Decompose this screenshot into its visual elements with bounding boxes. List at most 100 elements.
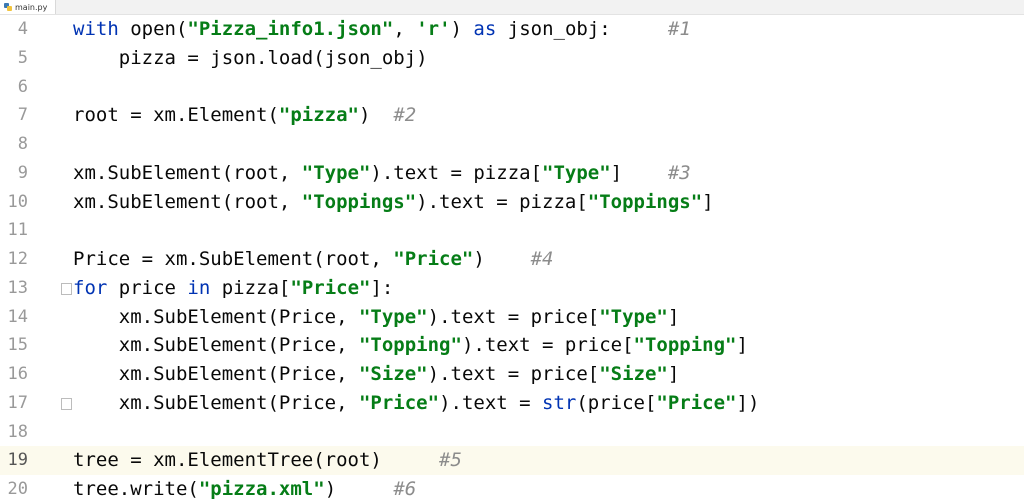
code-line-17[interactable]: 17 xm.SubElement(Price, "Price").text = … xyxy=(0,389,1024,418)
code-token: ] xyxy=(610,161,668,184)
code-comment: #5 xyxy=(439,449,462,472)
line-number[interactable]: 13 xyxy=(0,274,28,303)
code-text[interactable]: xm.SubElement(Price, "Topping").text = p… xyxy=(73,331,748,360)
code-string: "Type" xyxy=(301,161,371,184)
fold-end-icon[interactable] xyxy=(61,397,72,410)
code-token: xm.SubElement(root, xyxy=(73,161,302,184)
line-number[interactable]: 6 xyxy=(0,73,28,102)
code-text[interactable]: with open("Pizza_info1.json", 'r') as js… xyxy=(73,15,691,44)
code-comment: #4 xyxy=(530,248,554,270)
code-line-11[interactable]: 11 xyxy=(0,216,1024,245)
code-token: ] xyxy=(667,363,680,385)
code-text[interactable]: tree.write("pizza.xml") #6 xyxy=(73,475,416,504)
code-token: ).text = xyxy=(439,391,543,414)
line-number[interactable]: 20 xyxy=(0,475,28,504)
code-line-8[interactable]: 8 xyxy=(0,130,1024,159)
code-line-12[interactable]: 12 Price = xm.SubElement(root, "Price") #… xyxy=(0,245,1024,274)
code-text[interactable]: for price in pizza["Price"]: xyxy=(73,274,393,303)
code-token: ) xyxy=(324,478,394,500)
code-comment: #3 xyxy=(667,161,691,184)
code-line-9[interactable]: 9 xm.SubElement(root, "Type").text = pizz… xyxy=(0,159,1024,188)
code-line-13[interactable]: 13 for price in pizza["Price"]: xyxy=(0,274,1024,303)
code-token: xm.SubElement(Price, xyxy=(73,334,359,357)
code-token: ] xyxy=(736,334,748,357)
code-string: "Topping" xyxy=(358,334,462,357)
line-number[interactable]: 16 xyxy=(0,360,28,389)
fold-start-icon[interactable] xyxy=(61,282,72,295)
line-number[interactable]: 9 xyxy=(0,159,28,188)
line-number[interactable]: 12 xyxy=(0,245,28,274)
code-token: ]) xyxy=(736,391,760,414)
code-string: "Price" xyxy=(393,248,474,270)
code-string: "Price" xyxy=(290,276,371,299)
line-number[interactable]: 19 xyxy=(0,446,28,475)
code-text[interactable]: root = xm.Element("pizza") #2 xyxy=(73,101,416,130)
code-token: ) xyxy=(358,104,394,127)
code-token: open( xyxy=(118,18,188,40)
code-line-4[interactable]: 4 with open("Pizza_info1.json", 'r') as j… xyxy=(0,15,1024,44)
code-line-18[interactable]: 18 xyxy=(0,418,1024,447)
code-line-14[interactable]: 14 xm.SubElement(Price, "Type").text = p… xyxy=(0,303,1024,332)
code-line-19[interactable]: 19 tree = xm.ElementTree(root) #5 xyxy=(0,446,1024,475)
line-number[interactable]: 17 xyxy=(0,389,28,418)
code-token: xm.SubElement(root, xyxy=(73,190,302,213)
code-token: ).text = price[ xyxy=(461,334,634,357)
line-number[interactable]: 5 xyxy=(0,44,28,73)
line-number[interactable]: 7 xyxy=(0,101,28,130)
code-token: price xyxy=(107,276,188,299)
code-string: "Size" xyxy=(599,363,668,385)
code-line-16[interactable]: 16 xm.SubElement(Price, "Size").text = p… xyxy=(0,360,1024,389)
code-text[interactable]: xm.SubElement(root, "Type").text = pizza… xyxy=(73,159,691,188)
line-number[interactable]: 8 xyxy=(0,130,28,159)
code-line-5[interactable]: 5 pizza = json.load(json_obj) xyxy=(0,44,1024,73)
code-comment: #1 xyxy=(667,18,691,40)
code-line-15[interactable]: 15 xm.SubElement(Price, "Topping").text … xyxy=(0,331,1024,360)
line-number[interactable]: 11 xyxy=(0,216,28,245)
code-line-10[interactable]: 10 xm.SubElement(root, "Toppings").text =… xyxy=(0,188,1024,217)
code-token: xm.SubElement(Price, xyxy=(73,391,359,414)
code-line-20[interactable]: 20 tree.write("pizza.xml") #6 xyxy=(0,475,1024,504)
code-keyword: with xyxy=(73,18,119,40)
code-text[interactable]: tree = xm.ElementTree(root) #5 xyxy=(73,446,462,475)
code-comment: #6 xyxy=(393,478,417,500)
python-file-icon xyxy=(4,3,12,11)
code-string: "Toppings" xyxy=(587,190,703,213)
code-token: ).text = pizza[ xyxy=(370,161,543,184)
code-token: Price = xm.SubElement(root, xyxy=(73,248,394,270)
code-token: ).text = price[ xyxy=(427,363,600,385)
code-token: tree.write( xyxy=(73,478,199,500)
code-string: "pizza" xyxy=(278,104,359,127)
line-number[interactable]: 4 xyxy=(0,15,28,44)
code-text[interactable]: xm.SubElement(Price, "Price").text = str… xyxy=(73,389,760,418)
code-token: tree = xm.ElementTree(root) xyxy=(73,449,440,472)
code-token: (price[ xyxy=(576,391,657,414)
code-string: "Type" xyxy=(599,305,668,328)
code-token: , xyxy=(393,18,417,40)
code-text[interactable]: Price = xm.SubElement(root, "Price") #4 xyxy=(73,245,553,274)
editor-tab-bar: main.py xyxy=(0,0,1024,15)
code-string: "Price" xyxy=(358,391,440,414)
code-token: ] xyxy=(667,305,680,328)
code-token: xm.SubElement(Price, xyxy=(73,305,359,328)
code-editor[interactable]: 4 with open("Pizza_info1.json", 'r') as j… xyxy=(0,15,1024,500)
code-keyword: in xyxy=(187,276,211,299)
code-token: root = xm.Element( xyxy=(73,104,279,127)
code-text[interactable]: xm.SubElement(Price, "Type").text = pric… xyxy=(73,303,680,332)
code-string: 'r' xyxy=(416,18,451,40)
tab-main-py[interactable]: main.py xyxy=(0,0,57,14)
code-text[interactable]: pizza = json.load(json_obj) xyxy=(73,44,428,73)
code-line-6[interactable]: 6 xyxy=(0,73,1024,102)
code-keyword: as xyxy=(473,18,497,40)
code-line-7[interactable]: 7 root = xm.Element("pizza") #2 xyxy=(0,101,1024,130)
line-number[interactable]: 14 xyxy=(0,303,28,332)
code-token: ).text = price[ xyxy=(427,305,600,328)
code-token: ).text = pizza[ xyxy=(416,190,588,213)
code-token: ]: xyxy=(370,276,394,299)
code-text[interactable]: xm.SubElement(root, "Toppings").text = p… xyxy=(73,188,714,217)
line-number[interactable]: 15 xyxy=(0,331,28,360)
line-number[interactable]: 18 xyxy=(0,418,28,447)
code-string: "Toppings" xyxy=(301,190,417,213)
code-keyword: for xyxy=(73,276,108,299)
line-number[interactable]: 10 xyxy=(0,188,28,217)
code-text[interactable]: xm.SubElement(Price, "Size").text = pric… xyxy=(73,360,680,389)
